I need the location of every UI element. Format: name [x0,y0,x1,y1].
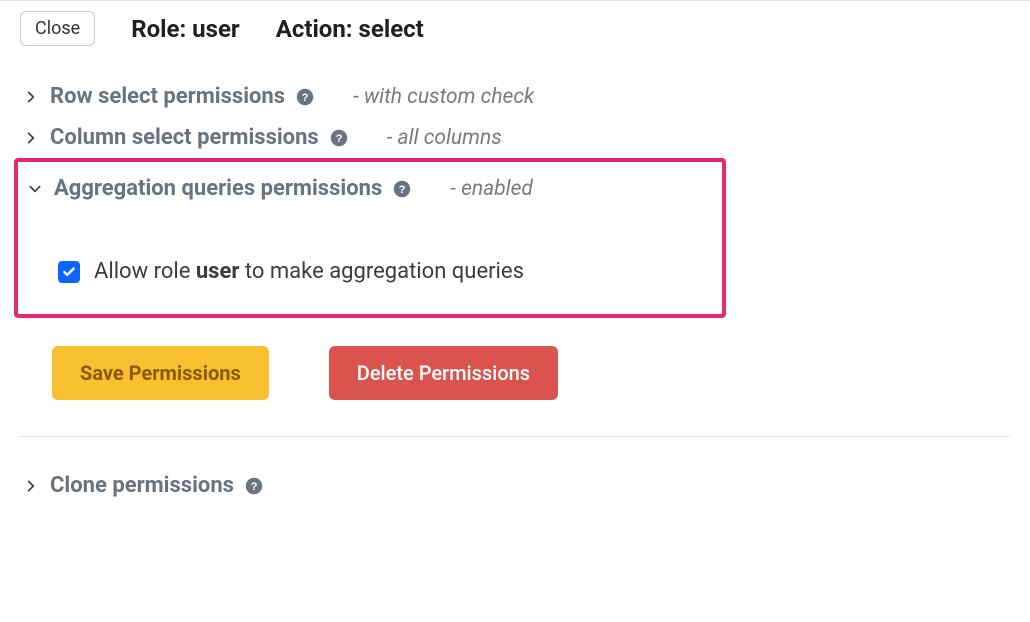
help-icon[interactable]: ? [295,87,315,107]
aggregation-checkbox[interactable] [58,261,80,283]
svg-text:?: ? [335,132,342,144]
role-value: user [192,15,240,43]
section-status-column-select: - all columns [387,126,502,150]
action-value: select [359,15,424,43]
role-label: Role: user [131,15,240,43]
section-column-select[interactable]: Column select permissions ? - all column… [20,117,1010,158]
section-title-clone: Clone permissions [50,473,234,498]
aggregation-highlight-box: Aggregation queries permissions ? - enab… [14,158,726,318]
divider [20,436,1010,437]
close-button[interactable]: Close [20,11,95,46]
save-permissions-button[interactable]: Save Permissions [52,346,269,400]
button-row: Save Permissions Delete Permissions [20,346,1010,400]
section-clone[interactable]: Clone permissions ? [20,465,1010,506]
aggregation-checkbox-label: Allow role user to make aggregation quer… [94,259,524,284]
role-prefix: Role: [131,15,186,43]
action-prefix: Action: [276,15,353,43]
help-icon[interactable]: ? [392,179,412,199]
section-row-select[interactable]: Row select permissions ? - with custom c… [20,76,1010,117]
section-title-aggregation: Aggregation queries permissions [54,176,382,201]
top-border [0,0,1030,1]
aggregation-checkbox-row: Allow role user to make aggregation quer… [18,259,722,284]
svg-text:?: ? [251,480,258,492]
section-title-row-select: Row select permissions [50,84,285,109]
chevron-right-icon [20,127,42,149]
chevron-right-icon [20,86,42,108]
section-aggregation[interactable]: Aggregation queries permissions ? - enab… [18,168,722,209]
chevron-right-icon [20,475,42,497]
help-icon[interactable]: ? [329,128,349,148]
delete-permissions-button[interactable]: Delete Permissions [329,346,558,400]
section-status-row-select: - with custom check [353,85,534,109]
header-row: Close Role: user Action: select [20,11,1010,46]
svg-text:?: ? [399,183,406,195]
svg-text:?: ? [302,91,309,103]
section-title-column-select: Column select permissions [50,125,319,150]
chevron-down-icon [24,178,46,200]
section-status-aggregation: - enabled [450,177,533,201]
action-label: Action: select [276,15,424,43]
help-icon[interactable]: ? [244,476,264,496]
